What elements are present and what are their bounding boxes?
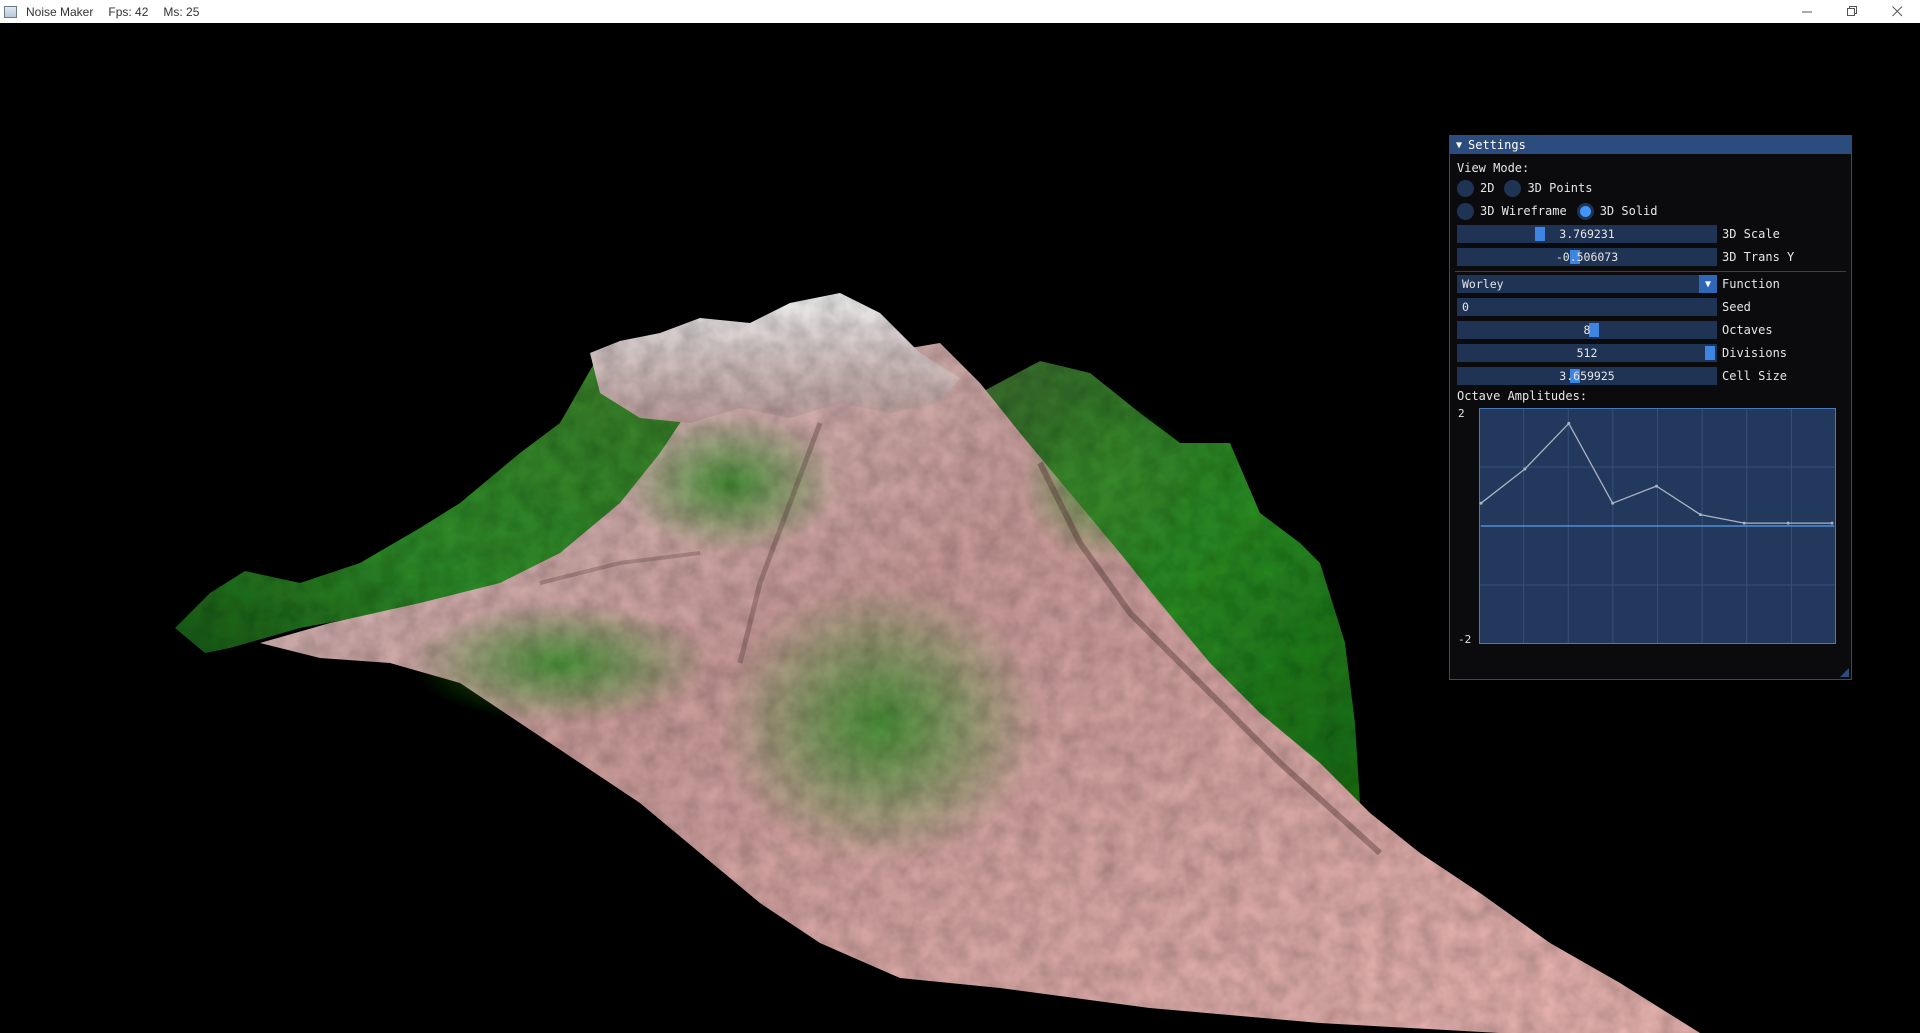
restore-icon	[1847, 6, 1857, 16]
octave-amplitudes-plot[interactable]	[1479, 408, 1836, 644]
amplitude-point[interactable]	[1742, 521, 1746, 525]
seed-label: Seed	[1722, 300, 1751, 314]
view-mode-row-1: 2D 3D Points	[1457, 179, 1592, 197]
divisions-label: Divisions	[1722, 346, 1788, 360]
trans-y-label: 3D Trans Y	[1722, 250, 1795, 264]
amplitudes-graph	[1479, 408, 1836, 644]
amplitude-point[interactable]	[1830, 521, 1834, 525]
amplitude-series-line	[1480, 422, 1832, 524]
view-mode-row-2: 3D Wireframe 3D Solid	[1457, 202, 1658, 220]
scale-slider[interactable]: 3.769231	[1457, 225, 1717, 243]
seed-value: 0	[1462, 300, 1469, 314]
function-label: Function	[1722, 277, 1780, 291]
settings-window[interactable]: ▼ Settings View Mode: 2D 3D Points 3D Wi…	[1449, 135, 1852, 680]
fps-readout: Fps: 42	[108, 4, 149, 19]
radio-3d-solid[interactable]	[1576, 202, 1594, 220]
amplitude-point[interactable]	[1567, 421, 1571, 425]
trans-y-slider[interactable]: -0.506073	[1457, 248, 1717, 266]
amplitude-point[interactable]	[1523, 467, 1527, 471]
cell-size-value: 3.659925	[1559, 369, 1615, 383]
cell-size-slider[interactable]: 3.659925	[1457, 367, 1717, 385]
octaves-slider[interactable]: 8	[1457, 321, 1717, 339]
radio-3d-points[interactable]	[1504, 179, 1522, 197]
scale-label: 3D Scale	[1722, 227, 1780, 241]
octaves-value: 8	[1583, 323, 1591, 337]
radio-3d-points-label[interactable]: 3D Points	[1527, 181, 1592, 195]
amplitude-point[interactable]	[1786, 521, 1790, 525]
restore-button[interactable]	[1830, 0, 1875, 23]
octaves-slider-grab[interactable]	[1589, 323, 1599, 337]
divisions-slider-grab[interactable]	[1705, 346, 1715, 360]
view-mode-label: View Mode:	[1457, 161, 1530, 175]
window-title-bar: Noise Maker Fps: 42 Ms: 25	[0, 0, 1920, 24]
amplitude-point[interactable]	[1611, 501, 1615, 505]
radio-2d-label[interactable]: 2D	[1480, 181, 1494, 195]
divisions-value: 512	[1576, 346, 1598, 360]
plot-ymin-label: -2	[1458, 633, 1472, 646]
function-value: Worley	[1462, 277, 1504, 291]
cell-size-label: Cell Size	[1722, 369, 1788, 383]
scale-slider-grab[interactable]	[1535, 227, 1545, 241]
separator	[1455, 271, 1846, 272]
amplitude-point[interactable]	[1698, 513, 1702, 517]
octave-amplitudes-label: Octave Amplitudes:	[1457, 389, 1588, 403]
scale-value: 3.769231	[1559, 227, 1615, 241]
divisions-slider[interactable]: 512	[1457, 344, 1717, 362]
octaves-label: Octaves	[1722, 323, 1773, 337]
window-title: Noise Maker	[26, 4, 94, 19]
trans-y-value: -0.506073	[1555, 250, 1619, 264]
seed-input[interactable]: 0	[1457, 298, 1717, 316]
plot-ymax-label: 2	[1458, 407, 1465, 420]
collapse-triangle-icon[interactable]: ▼	[1456, 140, 1462, 151]
app-icon	[4, 5, 17, 18]
close-button[interactable]	[1875, 0, 1920, 23]
window-controls	[1785, 0, 1920, 23]
settings-title-bar[interactable]: ▼ Settings	[1450, 136, 1851, 154]
radio-3d-solid-label[interactable]: 3D Solid	[1600, 204, 1658, 218]
amplitude-point[interactable]	[1655, 484, 1658, 488]
close-icon	[1892, 6, 1903, 17]
minimize-button[interactable]	[1785, 0, 1830, 23]
function-combo[interactable]: Worley ▼	[1457, 275, 1717, 293]
settings-title: Settings	[1468, 138, 1526, 152]
minimize-icon	[1802, 11, 1812, 13]
view-mode-label-row: View Mode:	[1457, 159, 1529, 177]
radio-3d-wireframe-label[interactable]: 3D Wireframe	[1480, 204, 1567, 218]
amplitudes-label-row: Octave Amplitudes:	[1457, 387, 1587, 405]
amplitude-point[interactable]	[1479, 501, 1483, 505]
radio-2d[interactable]	[1457, 179, 1474, 197]
resize-grip[interactable]	[1840, 668, 1849, 677]
ms-readout: Ms: 25	[163, 4, 200, 19]
radio-3d-wireframe[interactable]	[1457, 202, 1474, 220]
chevron-down-icon[interactable]: ▼	[1699, 275, 1717, 293]
